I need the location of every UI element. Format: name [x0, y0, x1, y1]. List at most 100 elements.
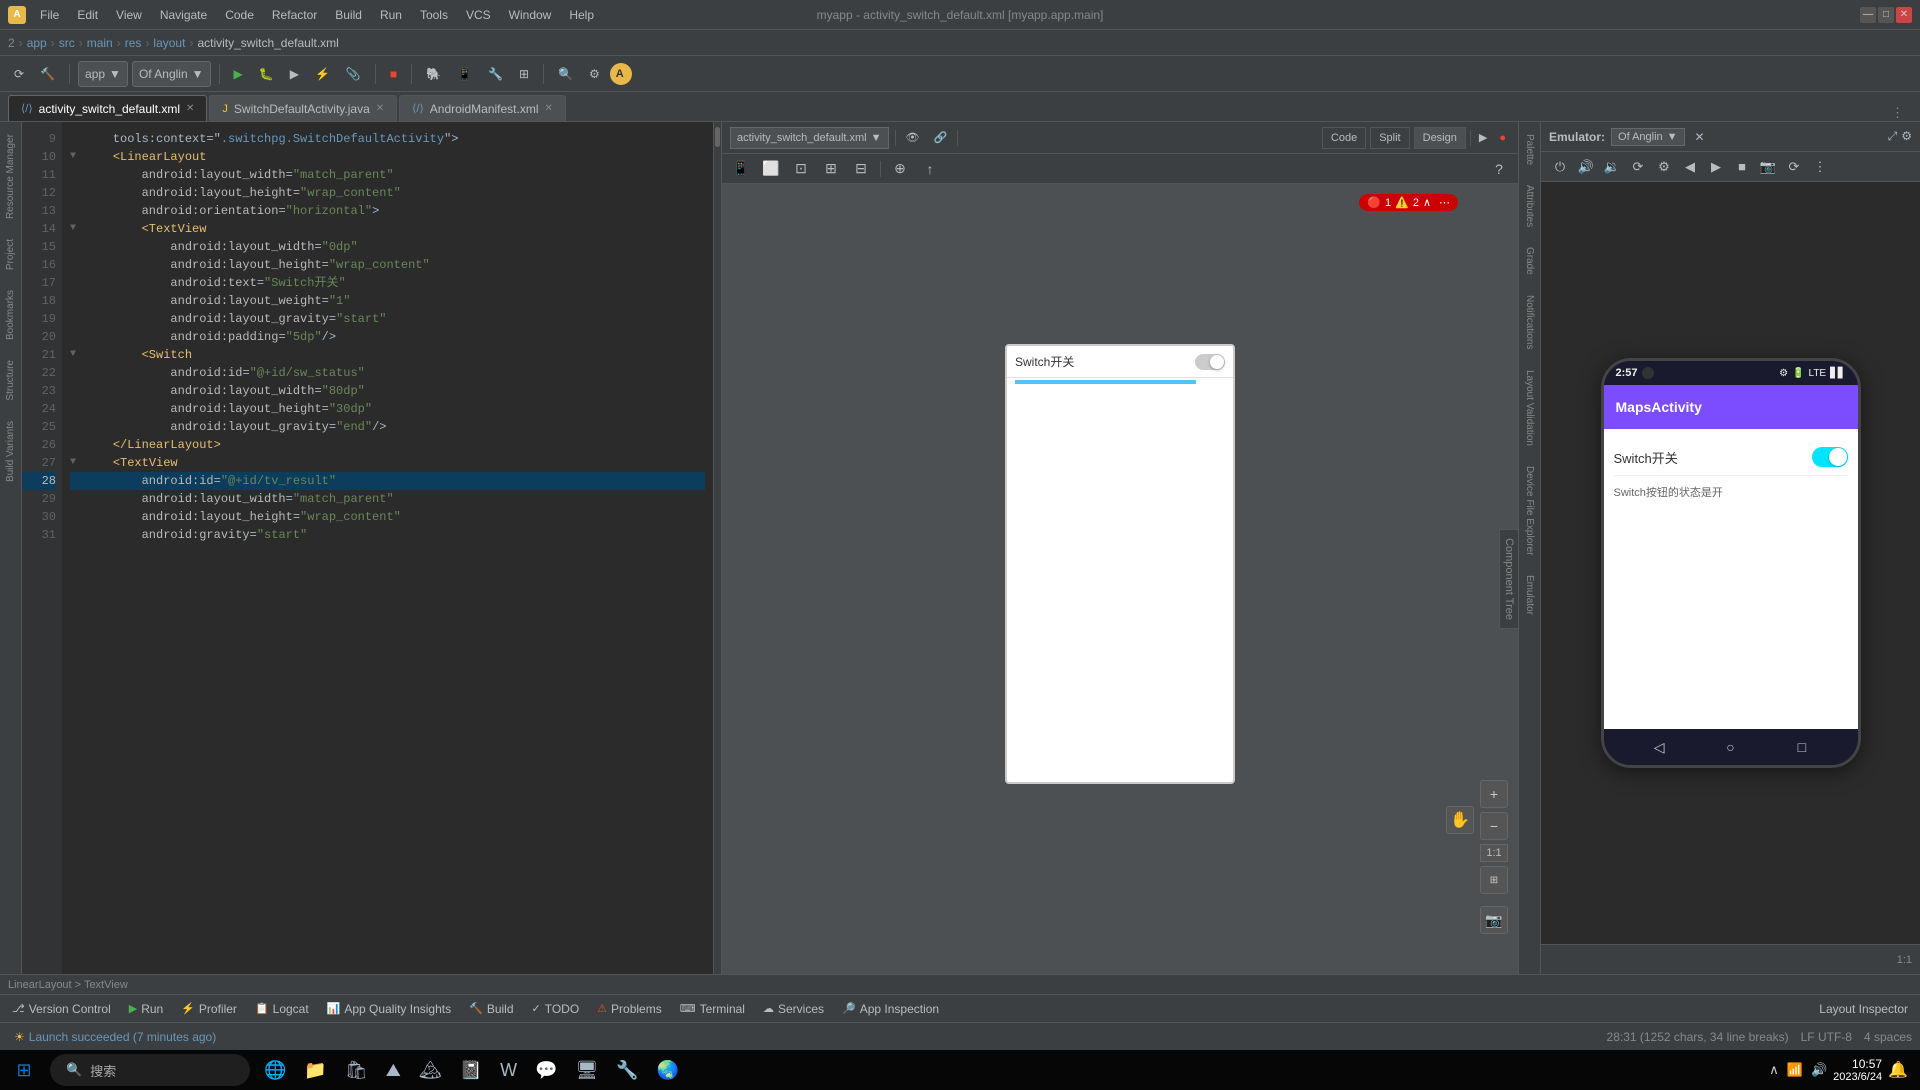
emu-prev-btn[interactable]: ◀: [1679, 156, 1701, 178]
design-margins-btn[interactable]: ⊟: [850, 158, 872, 180]
run-with-coverage-btn[interactable]: ▶: [284, 61, 305, 87]
code-editor[interactable]: 9 10 11 12 13 14 15 16 17 18 19 20 21 22…: [22, 122, 722, 974]
services-btn[interactable]: ☁ Services: [755, 998, 832, 1020]
sidebar-tab-bookmarks[interactable]: Bookmarks: [2, 282, 19, 348]
toolbar-build-btn[interactable]: 🔨: [34, 61, 61, 87]
logcat-btn[interactable]: 📋 Logcat: [247, 998, 317, 1020]
expand-btn[interactable]: ∧: [1423, 196, 1431, 209]
design-magnet-btn[interactable]: 🔗: [929, 127, 951, 149]
sidebar-tab-resource-manager[interactable]: Resource Manager: [2, 126, 19, 227]
menu-refactor[interactable]: Refactor: [264, 6, 325, 24]
sidebar-tab-emulator[interactable]: Emulator: [1521, 567, 1538, 623]
design-run-btn[interactable]: ▶: [1475, 127, 1491, 149]
todo-btn[interactable]: ✓ TODO: [524, 998, 588, 1020]
notification-center-btn[interactable]: 🔔: [1888, 1060, 1908, 1080]
maximize-button[interactable]: □: [1878, 7, 1894, 23]
breadcrumb-res[interactable]: res: [125, 36, 142, 50]
tray-volume[interactable]: 🔊: [1811, 1062, 1827, 1078]
profile-btn[interactable]: ⚡: [309, 61, 336, 87]
sidebar-tab-device-file-explorer[interactable]: Device File Explorer: [1521, 458, 1538, 563]
design-stop-btn[interactable]: ●: [1495, 127, 1510, 149]
taskbar-app1[interactable]: ⛰: [378, 1052, 409, 1088]
emu-snap-btn[interactable]: 📷: [1757, 156, 1779, 178]
stop-button[interactable]: ■: [384, 61, 403, 87]
tab-close-xml[interactable]: ✕: [186, 103, 194, 114]
menu-code[interactable]: Code: [217, 6, 262, 24]
taskbar-app3[interactable]: 🔧: [608, 1052, 646, 1088]
taskbar-clock[interactable]: 10:57 2023/6/24: [1833, 1057, 1882, 1083]
design-align-btn[interactable]: ⊕: [889, 158, 911, 180]
menu-window[interactable]: Window: [501, 6, 560, 24]
attach-btn[interactable]: 📎: [340, 61, 367, 87]
app-quality-btn[interactable]: 📊 App Quality Insights: [319, 998, 459, 1020]
device-dropdown[interactable]: Of Anglin ▼: [132, 61, 211, 87]
debug-button[interactable]: 🐛: [253, 61, 280, 87]
design-canvas[interactable]: 🔴 1 ⚠️ 2 ∧ ⋯ Switch开关 ✋ + − 1:1: [722, 184, 1518, 974]
emu-vol-down-btn[interactable]: 🔉: [1601, 156, 1623, 178]
tab-close-java[interactable]: ✕: [376, 103, 384, 114]
design-responsive-btn[interactable]: ⊡: [790, 158, 812, 180]
fold-icon-10[interactable]: ▼: [70, 148, 84, 166]
taskbar-rdp[interactable]: 🖥: [568, 1052, 607, 1088]
menu-help[interactable]: Help: [561, 6, 602, 24]
taskbar-onenote[interactable]: 📓: [452, 1052, 490, 1088]
menu-view[interactable]: View: [108, 6, 150, 24]
run-btn[interactable]: ▶ Run: [121, 998, 171, 1020]
more-tabs-btn[interactable]: ⋮: [1891, 105, 1904, 121]
menu-file[interactable]: File: [32, 6, 67, 24]
design-design-btn[interactable]: Design: [1414, 127, 1466, 149]
start-button[interactable]: ⊞: [4, 1052, 44, 1088]
screenshot-btn[interactable]: 📷: [1480, 906, 1508, 934]
design-split-btn[interactable]: Split: [1370, 127, 1409, 149]
emu-settings-btn[interactable]: ⚙: [1653, 156, 1675, 178]
sync-gradle-btn[interactable]: 🐘: [420, 61, 447, 87]
taskbar-edge[interactable]: 🌐: [256, 1052, 294, 1088]
menu-run[interactable]: Run: [372, 6, 410, 24]
taskbar-chrome[interactable]: 🌏: [649, 1052, 687, 1088]
problems-btn[interactable]: ⚠ Problems: [589, 998, 670, 1020]
tab-xml-default[interactable]: ⟨/⟩ activity_switch_default.xml ✕: [8, 95, 207, 121]
minimize-button[interactable]: —: [1860, 7, 1876, 23]
menu-edit[interactable]: Edit: [69, 6, 106, 24]
emulator-expand-btn[interactable]: ⤢: [1888, 129, 1898, 144]
emu-back-btn[interactable]: ◁: [1649, 737, 1669, 757]
emu-power-btn[interactable]: ⏻: [1549, 156, 1571, 178]
emu-vol-up-btn[interactable]: 🔊: [1575, 156, 1597, 178]
tray-up-arrow[interactable]: ∧: [1769, 1062, 1779, 1078]
code-content[interactable]: tools:context=".switchpg.SwitchDefaultAc…: [62, 122, 713, 974]
design-tablet-btn[interactable]: ⬜: [760, 158, 782, 180]
design-code-btn[interactable]: Code: [1322, 127, 1366, 149]
avd-manager-btn[interactable]: 📱: [451, 61, 478, 87]
structure-btn[interactable]: ⊞: [513, 61, 535, 87]
emu-more-btn[interactable]: ⟳: [1783, 156, 1805, 178]
taskbar-explorer[interactable]: 📁: [296, 1052, 334, 1088]
breadcrumb-app[interactable]: app: [27, 36, 47, 50]
taskbar-store[interactable]: 🛍: [337, 1052, 376, 1088]
menu-tools[interactable]: Tools: [412, 6, 456, 24]
emulator-settings-btn[interactable]: ⚙: [1901, 129, 1912, 144]
breadcrumb-layout[interactable]: layout: [153, 36, 185, 50]
taskbar-word[interactable]: W: [492, 1052, 525, 1088]
zoom-level[interactable]: 1:1: [1480, 844, 1508, 862]
tab-close-manifest[interactable]: ✕: [545, 103, 553, 114]
emu-home-btn[interactable]: ○: [1720, 737, 1740, 757]
layout-inspector-btn[interactable]: Layout Inspector: [1811, 998, 1916, 1020]
run-button[interactable]: ▶: [228, 61, 249, 87]
emulator-device-selector[interactable]: Of Anglin ▼: [1611, 128, 1685, 146]
taskbar-search[interactable]: 🔍 搜索: [50, 1054, 250, 1086]
build-btn[interactable]: 🔨 Build: [461, 998, 521, 1020]
sidebar-tab-layout-validation[interactable]: Layout Validation: [1521, 362, 1538, 454]
zoom-in-btn[interactable]: +: [1480, 780, 1508, 808]
tray-network[interactable]: 📶: [1787, 1062, 1803, 1078]
fit-screen-btn[interactable]: ⊞: [1480, 866, 1508, 894]
profiler-btn[interactable]: ⚡ Profiler: [173, 998, 245, 1020]
emu-stop-btn[interactable]: ■: [1731, 156, 1753, 178]
editor-scrollbar[interactable]: [713, 122, 721, 974]
search-everywhere-btn[interactable]: 🔍: [552, 61, 579, 87]
design-file-selector[interactable]: activity_switch_default.xml ▼: [730, 127, 889, 149]
sdk-manager-btn[interactable]: 🔧: [482, 61, 509, 87]
emu-toggle[interactable]: [1812, 447, 1848, 467]
settings-btn[interactable]: ⚙: [583, 61, 606, 87]
menu-vcs[interactable]: VCS: [458, 6, 499, 24]
sidebar-tab-attributes[interactable]: Attributes: [1521, 177, 1538, 235]
